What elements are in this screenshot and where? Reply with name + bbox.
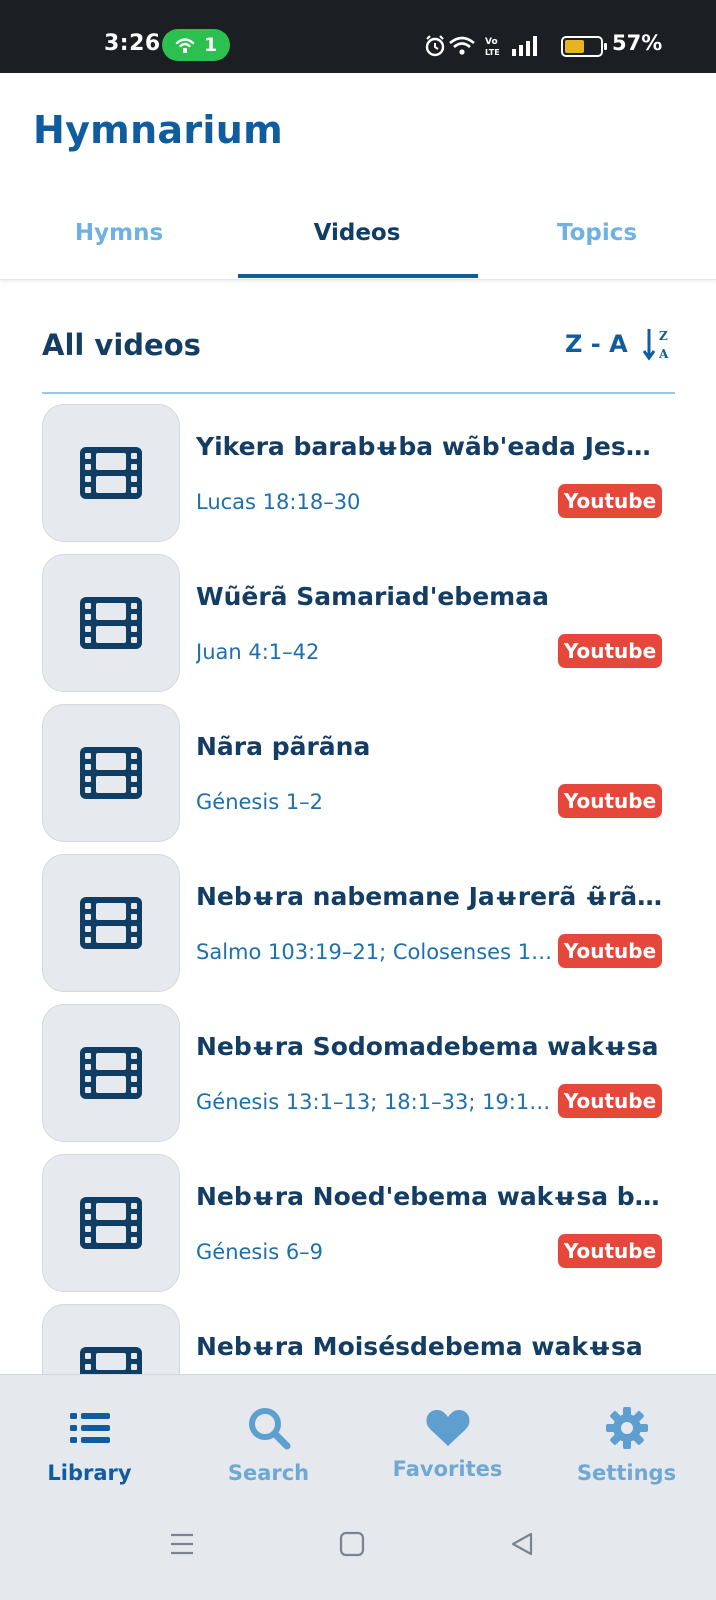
list-divider: [42, 392, 675, 394]
video-list-item[interactable]: Yikera barabʉba wãb'eada Jesʉcristorã Luc…: [42, 404, 678, 544]
battery-level: [565, 40, 585, 53]
app-title: Hymnarium: [33, 108, 283, 152]
nav-settings[interactable]: Settings: [537, 1405, 716, 1485]
video-reference: Salmo 103:19–21; Colosenses 1:16: [196, 940, 556, 964]
back-icon[interactable]: [508, 1530, 536, 1558]
film-icon: [78, 595, 144, 651]
sort-alpha-desc-icon: Z A: [642, 329, 669, 361]
svg-text:A: A: [658, 347, 669, 361]
video-reference: Lucas 18:18–30: [196, 490, 361, 514]
list-title: All videos: [42, 328, 201, 362]
video-thumbnail: [42, 1004, 180, 1142]
video-list: Yikera barabʉba wãb'eada Jesʉcristorã Luc…: [0, 404, 716, 1374]
youtube-badge: Youtube: [558, 634, 662, 668]
status-time: 3:26: [104, 31, 161, 56]
nav-library-label: Library: [47, 1461, 132, 1485]
gear-icon: [537, 1405, 716, 1451]
film-icon: [78, 745, 144, 801]
video-thumbnail: [42, 1154, 180, 1292]
video-title: Nebʉra nabemane Jaʉrerã ʉ̃rãbema: [196, 882, 666, 911]
hotspot-indicator: 1: [162, 29, 230, 61]
sort-button[interactable]: Z - A Z A: [565, 326, 674, 362]
video-list-item[interactable]: Nebʉra Noed'ebema wakʉsa bea Génesis 6–9 Y…: [42, 1154, 678, 1294]
video-reference: Juan 4:1–42: [196, 640, 320, 664]
youtube-badge: Youtube: [558, 1084, 662, 1118]
tab-hymns[interactable]: Hymns: [0, 220, 238, 246]
home-icon[interactable]: [338, 1530, 366, 1558]
battery-icon: [561, 36, 607, 57]
status-icons: Vo LTE: [424, 33, 552, 63]
signal-icon: [512, 36, 537, 56]
svg-text:Vo: Vo: [485, 37, 498, 47]
tab-topics[interactable]: Topics: [478, 220, 716, 246]
active-tab-indicator: [238, 274, 478, 278]
alarm-icon: [425, 35, 445, 57]
video-thumbnail: [42, 1304, 180, 1374]
video-title: Nebʉra Sodomadebema wakʉsa: [196, 1032, 659, 1061]
battery-percent: 57%: [612, 31, 663, 55]
video-title: Nebʉra Noed'ebema wakʉsa bea: [196, 1182, 666, 1211]
search-icon: [179, 1405, 358, 1451]
film-icon: [78, 895, 144, 951]
tab-bar: Hymns Videos Topics: [0, 200, 716, 280]
video-thumbnail: [42, 404, 180, 542]
hotspot-count: 1: [204, 34, 218, 56]
video-reference: Génesis 6–9: [196, 1240, 324, 1264]
heart-icon: [358, 1405, 537, 1451]
video-list-item[interactable]: Nebʉra Moisésdebema wakʉsaYoutube: [42, 1304, 678, 1374]
nav-library[interactable]: Library: [0, 1405, 179, 1485]
video-title: Wũẽrã Samariad'ebemaa: [196, 582, 549, 611]
video-thumbnail: [42, 854, 180, 992]
nav-settings-label: Settings: [576, 1461, 677, 1485]
youtube-badge: Youtube: [558, 784, 662, 818]
film-icon: [78, 445, 144, 501]
film-icon: [78, 1195, 144, 1251]
youtube-badge: Youtube: [558, 934, 662, 968]
video-list-item[interactable]: Wũẽrã Samariad'ebemaa Juan 4:1–42 Youtube: [42, 554, 678, 694]
volte-icon: Vo LTE: [485, 37, 500, 57]
sort-label: Z - A: [565, 330, 628, 358]
nav-favorites-label: Favorites: [392, 1457, 503, 1481]
tab-videos[interactable]: Videos: [238, 220, 476, 246]
video-title: Nãra pãrãna: [196, 732, 371, 761]
wifi-icon: [449, 36, 475, 55]
youtube-badge: Youtube: [558, 484, 662, 518]
video-thumbnail: [42, 554, 180, 692]
video-list-item[interactable]: Nãra pãrãna Génesis 1–2 Youtube: [42, 704, 678, 844]
youtube-badge: Youtube: [558, 1234, 662, 1268]
video-reference: Génesis 1–2: [196, 790, 324, 814]
nav-search-label: Search: [227, 1461, 310, 1485]
svg-text:LTE: LTE: [485, 48, 500, 57]
system-navigation: [0, 1530, 716, 1580]
hotspot-icon: [175, 38, 195, 53]
video-thumbnail: [42, 704, 180, 842]
video-list-item[interactable]: Nebʉra Sodomadebema wakʉsa Génesis 13:1–1…: [42, 1004, 678, 1144]
svg-text:Z: Z: [659, 329, 668, 343]
film-icon: [78, 1045, 144, 1101]
menu-icon[interactable]: [168, 1530, 196, 1558]
video-title: Nebʉra Moisésdebema wakʉsa: [196, 1332, 643, 1361]
nav-favorites[interactable]: Favorites: [358, 1405, 537, 1481]
video-reference: Génesis 13:1–13; 18:1–33; 19:1–29: [196, 1090, 556, 1114]
video-list-item[interactable]: Nebʉra nabemane Jaʉrerã ʉ̃rãbema Salmo 10…: [42, 854, 678, 994]
list-icon: [0, 1405, 179, 1451]
status-bar: 3:26 1 Vo LTE 57%: [0, 0, 716, 73]
video-title: Yikera barabʉba wãb'eada Jesʉcristorã: [196, 432, 666, 461]
film-icon: [78, 1345, 144, 1374]
nav-search[interactable]: Search: [179, 1405, 358, 1485]
